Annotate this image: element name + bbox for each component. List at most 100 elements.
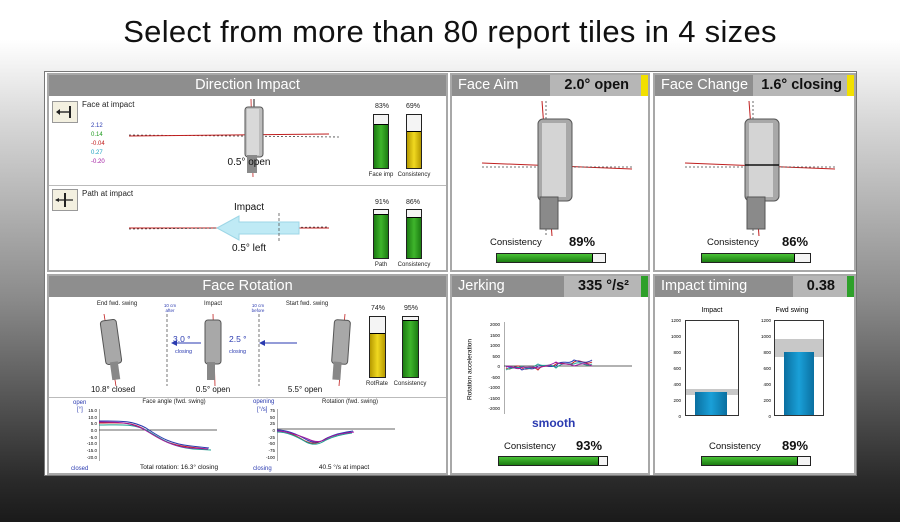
consistency-label: Consistency [709,441,761,452]
consistency-bar [701,456,811,466]
face-bar1-pct: 83% [374,103,389,110]
path-bar2-pct: 86% [405,199,420,206]
rotation-amount-1: 3.0 ° [173,334,191,344]
timing-tick: 1000 [670,334,681,339]
jerking-verdict: smooth [532,416,576,430]
path-direction-icon [52,189,78,211]
tile-title-bar: Face Aim 2.0° open [452,75,648,96]
jerking-tick: 2000 [489,322,500,327]
tile-jerking[interactable]: Jerking 335 °/s² Rotation acceleration 2… [450,274,650,475]
rot-bar2-label: Consistency [393,381,427,387]
chart2-title: Rotation (fwd. swing) [321,399,379,405]
face-direction-icon [52,101,78,123]
face-result: 0.5° open [227,157,271,168]
tile-value: 335 °/s² [564,276,641,297]
timing-tick: 600 [673,366,681,371]
status-flag [847,276,854,297]
jerking-tick: 1000 [489,343,500,348]
path-at-impact-label: Path at impact [82,189,134,198]
path-consistency-bar-fill [407,216,421,258]
tile-value: 2.0° open [550,75,641,96]
rotation-amount-2: 2.5 ° [229,334,247,344]
consistency-pct: 89% [569,234,596,249]
timing-tick: 0 [678,414,681,419]
col1-label: Impact [701,307,723,314]
tile-title: Face Rotation [49,276,446,297]
face-values-list: 2.12 0.14 -0.04 0.27 -0.20 [91,123,105,168]
timing-tick: 200 [673,398,681,403]
tile-title: Face Change [661,77,749,93]
consistency-label: Consistency [490,237,542,248]
rotation-consistency-bar [402,316,419,378]
chart2-tick: -75 [268,448,275,454]
chart2-caption: 40.5 °/s at impact [318,464,370,471]
chart1-tick: -15.0 [86,448,97,454]
end-swing-label: End fwd. swing [96,301,138,307]
rotation-note-2: closing [229,349,247,355]
path-consistency-bar [406,209,422,259]
chart2-tick: -50 [268,441,275,447]
section-divider [49,397,446,398]
jerking-tick: -1500 [488,395,500,401]
path-bar1-pct: 91% [374,199,389,206]
consistency-pct: 86% [782,234,809,249]
rotrate-bar-fill [370,332,385,377]
face-at-impact-label: Face at impact [82,100,135,109]
face-impact-bar-fill [374,124,388,168]
putter-face-aim-graphic [481,101,633,236]
timing-tick: 400 [763,382,771,387]
tile-title: Jerking [458,278,505,294]
chart1-open-label: open [73,400,87,406]
before-note: 10 cm before [251,303,265,313]
tile-face-aim[interactable]: Face Aim 2.0° open Consistency 89% [450,73,650,272]
chart2-open-label: opening [253,399,275,405]
tile-impact-timing[interactable]: Impact timing 0.38 Impact Fwd swing 1200… [653,274,856,475]
timing-tick: 1200 [760,318,771,323]
jerking-y-label: Rotation acceleration [466,338,474,401]
consistency-bar-fill [499,457,600,465]
status-flag [641,276,648,297]
rot-bar2-pct: 95% [403,305,418,312]
path-result: 0.5° left [231,243,267,254]
end-result: 10.8° closed [90,385,136,394]
rotation-consistency-bar-fill [403,320,418,377]
section-divider [49,185,446,186]
face-value: -0.20 [91,159,105,165]
jerking-tick: -500 [490,374,500,380]
chart1-closed-label: closed [71,466,89,472]
face-consistency-bar-fill [407,131,421,168]
consistency-label: Consistency [504,441,556,452]
impact-label: Impact [203,301,222,307]
path-arrow-graphic [129,213,330,243]
rotation-rate-chart [277,409,395,461]
face-value: 0.14 [91,132,103,138]
jerking-tick: 500 [492,353,500,359]
face-value: 2.12 [91,123,103,129]
consistency-pct: 93% [576,438,603,453]
tile-face-rotation[interactable]: Face Rotation End fwd. swing Impact Star… [47,274,448,475]
timing-tick: 1200 [670,318,681,323]
col2-axis-ticks: 1200 1000 800 600 400 200 0 [749,318,771,430]
consistency-bar [701,253,811,263]
face-angle-chart [99,409,217,461]
chart2-tick: 50 [269,414,275,420]
tile-value: 0.38 [792,276,847,297]
jerking-axis-ticks: 2000 1500 1000 500 0 -500 -1000 -1500 -2… [476,322,500,417]
chart2-closed-label: closing [253,466,272,472]
face-bar2-label: Consistency [397,172,431,178]
chart2-tick: -100 [265,454,275,460]
chart1-tick: -5.0 [89,434,97,440]
tile-direction-impact[interactable]: Direction Impact Face at impact 2.12 0.1… [47,73,448,272]
path-bar [373,209,389,259]
rot-bar1-label: RotRate [365,381,388,387]
chart1-tick: -20.0 [86,454,97,460]
chart1-tick: 0.0 [90,428,97,434]
headline: Select from more than 80 report tiles in… [123,14,777,49]
chart2-tick: 0 [272,428,275,434]
tile-face-change[interactable]: Face Change 1.6° closing Consistency 86% [653,73,856,272]
jerking-tick: -1000 [488,385,500,390]
fwd-swing-column-frame [774,320,824,416]
face-impact-bar [373,114,389,169]
tile-title-bar: Jerking 335 °/s² [452,276,648,297]
fwd-swing-timing-bar [784,352,814,415]
